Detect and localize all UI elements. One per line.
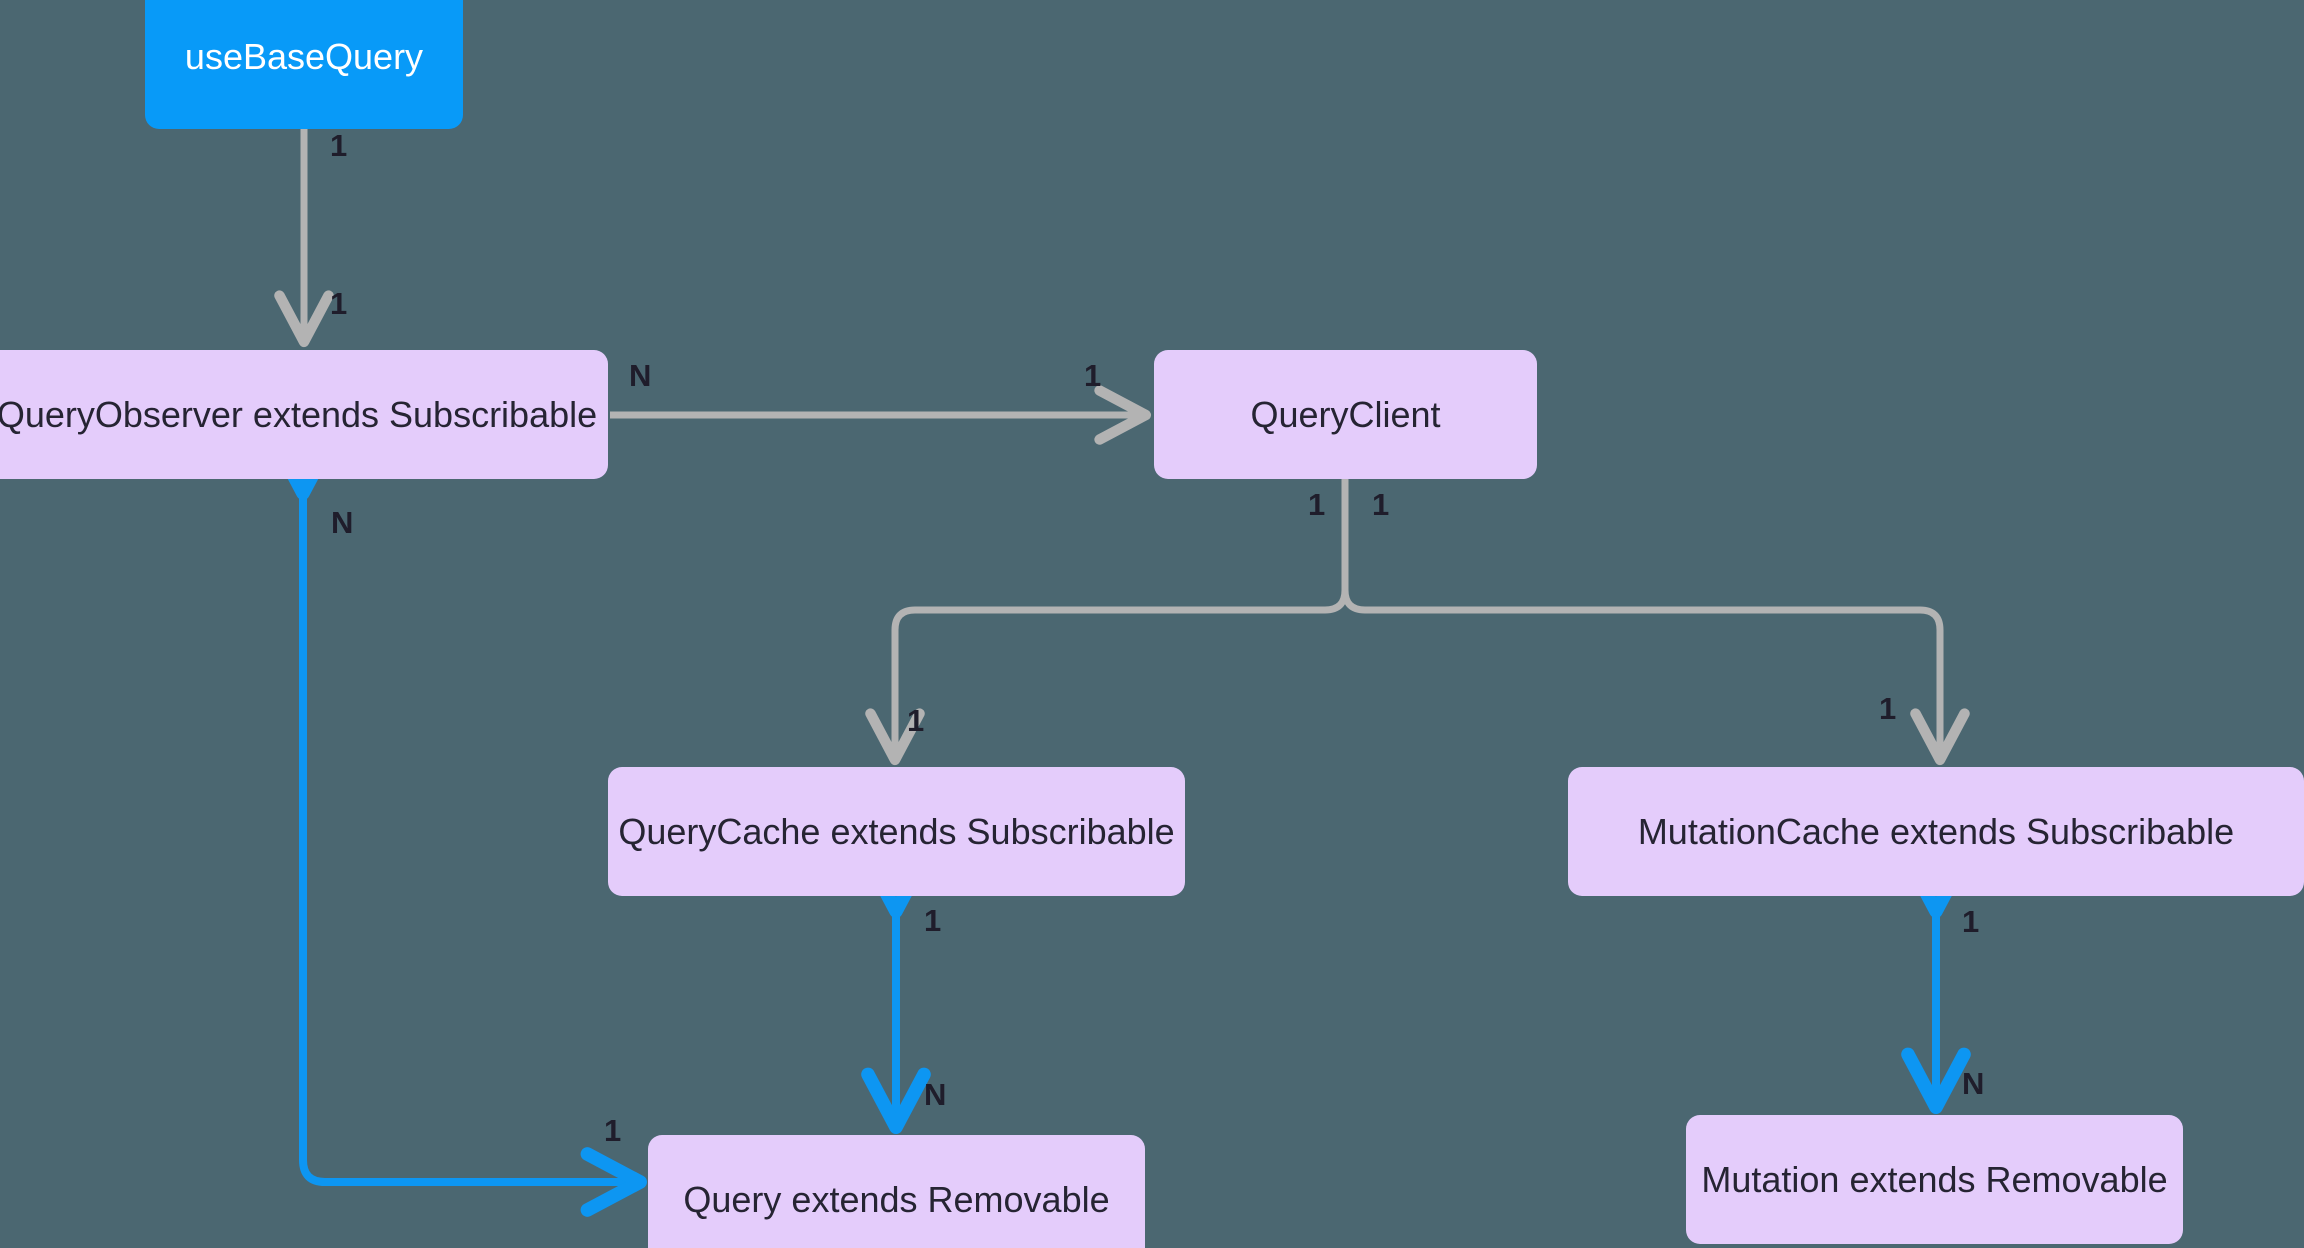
node-label: Query extends Removable <box>683 1178 1110 1220</box>
node-query[interactable]: Query extends Removable <box>648 1135 1145 1248</box>
edge-query-queryobserver <box>268 433 648 1217</box>
node-label: QueryCache extends Subscribable <box>618 810 1175 852</box>
edge-label-query-from-querycache: N <box>924 1077 947 1112</box>
edge-label-queryclient-in: 1 <box>1084 358 1102 393</box>
node-mutation[interactable]: Mutation extends Removable <box>1686 1115 2183 1244</box>
node-queryobserver[interactable]: QueryObserver extends Subscribable <box>0 350 608 479</box>
node-querycache[interactable]: QueryCache extends Subscribable <box>608 767 1185 896</box>
edge-label-queryclient-out-right: 1 <box>1372 487 1390 522</box>
edge-label-queryobserver-out: N <box>629 358 652 393</box>
edge-label-query-to-queryobserver: 1 <box>604 1113 622 1148</box>
node-mutationcache[interactable]: MutationCache extends Subscribable <box>1568 767 2304 896</box>
edge-label-querycache-from-query: 1 <box>924 903 942 938</box>
diagram-canvas: useBaseQuery QueryObserver extends Subsc… <box>0 0 2304 1248</box>
edge-label-queryobserver-from-query: N <box>331 505 354 540</box>
edge-label-querycache-in: 1 <box>907 703 925 738</box>
edge-queryclient-querycache <box>865 476 1349 766</box>
node-label: QueryObserver extends Subscribable <box>0 393 598 435</box>
edge-label-queryclient-out-left: 1 <box>1308 487 1326 522</box>
edge-queryclient-mutationcache <box>1341 476 1970 766</box>
edge-label-mutationcache-in: 1 <box>1879 691 1897 726</box>
edge-label-queryobserver-in: 1 <box>330 286 348 321</box>
node-label: QueryClient <box>1250 393 1441 435</box>
node-queryclient[interactable]: QueryClient <box>1154 350 1537 479</box>
edge-label-mutation-from-mutationcache: N <box>1962 1066 1985 1101</box>
node-label: MutationCache extends Subscribable <box>1637 810 2235 852</box>
node-usebasequery[interactable]: useBaseQuery <box>145 0 463 129</box>
edge-label-usebasequery-out: 1 <box>330 128 348 163</box>
diagram-edges <box>268 129 1971 1217</box>
node-label: Mutation extends Removable <box>1701 1158 2168 1200</box>
node-label: useBaseQuery <box>184 35 424 77</box>
edge-label-mutationcache-from-mutation: 1 <box>1962 904 1980 939</box>
